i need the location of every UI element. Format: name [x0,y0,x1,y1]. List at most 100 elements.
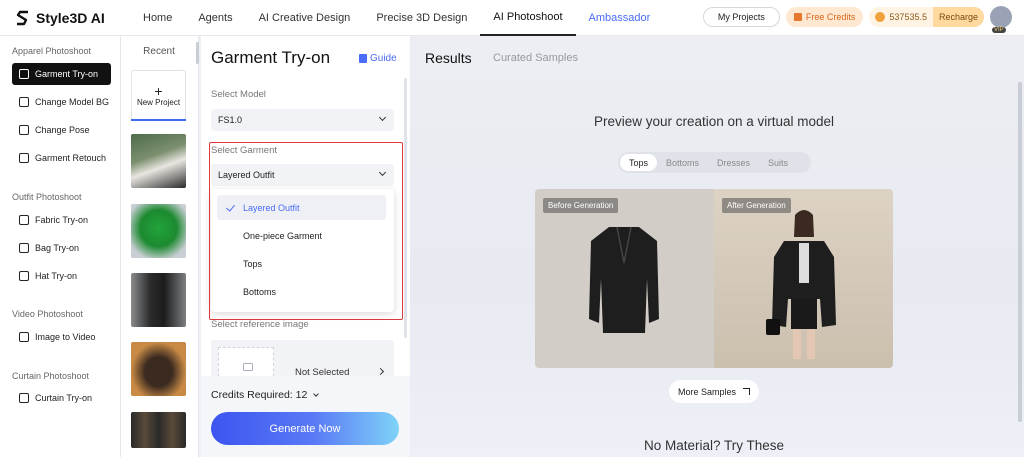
sidebar-item-garment-try-on[interactable]: Garment Try-on [12,63,111,85]
main-nav: Home Agents AI Creative Design Precise 3… [130,0,663,36]
gift-icon [793,13,802,21]
brand-name: Style3D AI [36,9,105,26]
sidebar-item-image-to-video[interactable]: Image to Video [12,326,111,348]
sidebar-section-title: Outfit Photoshoot [12,192,82,202]
before-generation-tag: Before Generation [543,198,619,213]
chevron-down-icon [313,390,320,397]
segment-suits[interactable]: Suits [759,154,797,171]
credits-required[interactable]: Credits Required: 12 [211,389,320,401]
category-segmented-control: Tops Bottoms Dresses Suits [618,152,811,173]
sidebar-item-bag-try-on[interactable]: Bag Try-on [12,237,111,259]
nav-home[interactable]: Home [130,0,185,36]
sidebar: Apparel Photoshoot Garment Try-on Change… [0,36,121,457]
user-avatar[interactable]: VIP [990,6,1012,33]
coin-icon [875,12,886,22]
recent-thumbnail[interactable] [131,273,186,327]
shirt-icon [19,69,29,79]
style3d-logo-icon [16,10,28,25]
panel-scrollbar[interactable] [404,78,407,338]
chevron-down-icon [378,113,387,122]
brand-logo[interactable]: Style3D AI [16,10,130,26]
sidebar-section-title: Curtain Photoshoot [12,371,90,381]
recharge-button[interactable]: Recharge [932,7,984,27]
my-projects-button[interactable]: My Projects [702,7,780,27]
image-icon [243,363,253,371]
more-samples-button[interactable]: More Samples [669,380,759,403]
credit-balance-value: 537535.5 [889,12,927,22]
sidebar-section-title: Apparel Photoshoot [12,46,92,56]
new-project-button[interactable]: + New Project [131,70,186,120]
credit-balance: 537535.5 Recharge [869,7,984,27]
bag-icon [19,243,29,253]
sidebar-item-change-model-bg[interactable]: Change Model BG [12,91,111,113]
pose-icon [19,125,29,135]
recent-thumbnail[interactable] [131,134,186,188]
nav-agents[interactable]: Agents [185,0,245,36]
before-generation-image: Before Generation [535,189,714,368]
page-title: Garment Try-on [211,48,331,67]
segment-tops[interactable]: Tops [620,154,658,171]
nav-actions: My Projects Free Credits 537535.5 Rechar… [702,6,1012,33]
video-icon [19,332,29,342]
sidebar-item-label: Image to Video [35,332,96,342]
generate-now-button[interactable]: Generate Now [211,412,399,445]
sidebar-item-change-pose[interactable]: Change Pose [12,119,111,141]
nav-precise-3d-design[interactable]: Precise 3D Design [363,0,480,36]
credits-required-label: Credits Required: 12 [211,389,308,401]
sidebar-item-label: Bag Try-on [35,243,80,253]
arrow-up-right-icon [743,388,751,395]
guide-link[interactable]: Guide [359,53,397,64]
recent-scrollbar[interactable] [196,42,199,64]
model-image [766,210,836,359]
recent-thumbnail[interactable] [131,204,186,258]
segment-bottoms[interactable]: Bottoms [657,154,708,171]
new-project-label: New Project [136,97,181,107]
preview-title: Preview your creation on a virtual model [593,114,835,129]
no-material-heading: No Material? Try These [643,438,785,453]
sidebar-item-curtain-try-on[interactable]: Curtain Try-on [12,387,111,409]
free-credits-button[interactable]: Free Credits [785,7,864,27]
nav-ai-photoshoot[interactable]: AI Photoshoot [480,0,576,36]
before-after-comparison: Before Generation After Generation [535,189,893,368]
new-project-underline [131,119,186,121]
top-navigation: Style3D AI Home Agents AI Creative Desig… [0,0,1024,36]
sidebar-item-fabric-try-on[interactable]: Fabric Try-on [12,209,111,231]
curtain-icon [19,393,29,403]
sidebar-item-label: Hat Try-on [35,271,78,281]
sidebar-item-label: Change Pose [35,125,90,135]
model-select[interactable]: FS1.0 [211,109,394,131]
retouch-icon [19,153,29,163]
sidebar-item-garment-retouch[interactable]: Garment Retouch [12,147,111,169]
sidebar-item-label: Change Model BG [35,97,110,107]
sidebar-item-hat-try-on[interactable]: Hat Try-on [12,265,111,287]
book-icon [359,54,367,63]
chevron-right-icon [376,367,385,376]
jacket-image [589,226,659,333]
reference-image-label: Select reference image [211,319,309,330]
fabric-icon [19,215,29,225]
segment-dresses[interactable]: Dresses [708,154,759,171]
recent-thumbnail[interactable] [131,342,186,396]
sidebar-item-label: Curtain Try-on [35,393,93,403]
panel-footer: Credits Required: 12 Generate Now [201,376,410,457]
plus-icon: + [154,82,163,99]
guide-label: Guide [370,53,397,64]
tab-results[interactable]: Results [425,50,472,66]
select-model-label: Select Model [211,89,266,100]
results-scrollbar[interactable] [1018,82,1022,422]
nav-ambassador[interactable]: Ambassador [576,0,664,36]
tab-curated-samples[interactable]: Curated Samples [493,52,578,64]
sidebar-item-label: Fabric Try-on [35,215,89,225]
hat-icon [19,271,29,281]
recent-title: Recent [143,46,175,57]
nav-ai-creative-design[interactable]: AI Creative Design [246,0,364,36]
results-area: Results Curated Samples Preview your cre… [410,36,1024,457]
sidebar-item-label: Garment Retouch [35,153,107,163]
background-icon [19,97,29,107]
selection-highlight-box [209,142,403,320]
free-credits-label: Free Credits [805,12,856,22]
recent-thumbnail[interactable] [131,412,186,448]
model-select-value: FS1.0 [218,115,243,125]
recent-projects: Recent + New Project [121,36,199,457]
sidebar-section-title: Video Photoshoot [12,309,83,319]
